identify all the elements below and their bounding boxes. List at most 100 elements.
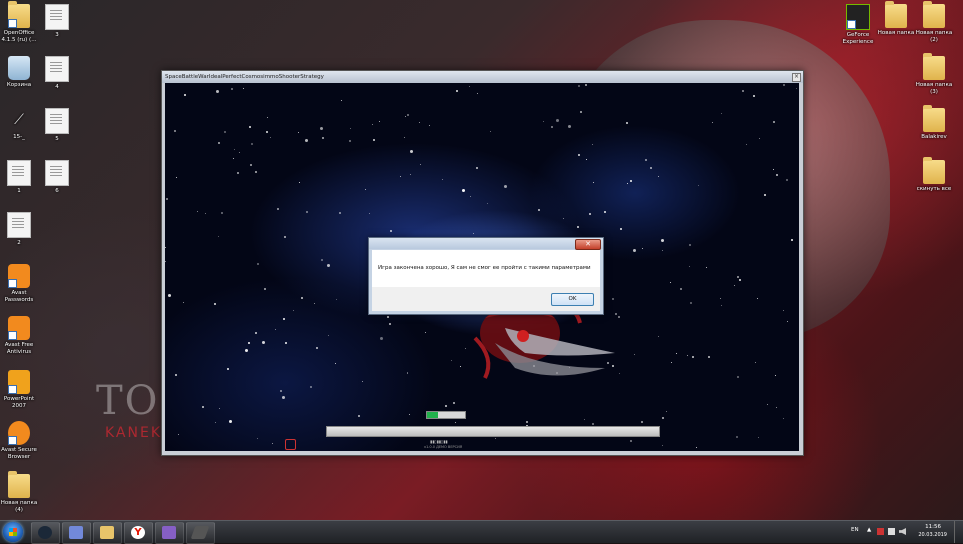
desktop-icon-label: Новая папка (4) (0, 500, 38, 513)
desktop-icon-new-folder-3[interactable]: Новая папка (3) (912, 53, 956, 96)
star (453, 402, 455, 404)
desktop-icon-avast-antivirus[interactable]: Avast Free Antivirus (0, 316, 41, 356)
star (316, 347, 318, 349)
star (219, 408, 220, 409)
star (218, 236, 219, 237)
star (456, 90, 458, 92)
tray-expand-icon[interactable]: ▲ (867, 527, 871, 533)
star (248, 342, 250, 344)
volume-icon[interactable] (899, 528, 906, 535)
progress-caption: ▮▮▯▮▮▯▮▮ (430, 439, 448, 444)
star (369, 213, 370, 214)
star (627, 183, 628, 184)
desktop-icon-new-folder-2[interactable]: Новая папка (2) (912, 1, 956, 44)
star (708, 356, 710, 358)
dialog-message: Игра закончена хорошо, Я сам не смог ее … (378, 265, 591, 271)
star (634, 354, 635, 355)
steam-icon (38, 526, 52, 539)
star (165, 247, 166, 248)
tray-app-icon[interactable] (877, 528, 884, 535)
star (425, 332, 426, 333)
star (460, 366, 461, 367)
clock-time[interactable]: 11:56 (925, 524, 941, 530)
desktop-icon-new-folder-4[interactable]: Новая папка (4) (0, 471, 41, 514)
desktop-icon-avast-passwords[interactable]: Avast Passwords (0, 264, 41, 304)
star (680, 288, 682, 290)
taskbar-visual-studio[interactable] (155, 522, 184, 544)
network-icon[interactable] (888, 528, 895, 535)
desktop-icon-label: Корзина (6, 82, 32, 88)
star (420, 164, 421, 165)
star (578, 154, 580, 156)
folder-icon (923, 53, 945, 80)
taskbar-steam[interactable] (31, 522, 60, 544)
folder-icon (8, 471, 30, 498)
desktop-icon-label: Balakirev (921, 134, 947, 140)
language-indicator[interactable]: EN (851, 527, 859, 533)
start-button[interactable] (3, 522, 23, 542)
star (767, 404, 768, 405)
star (341, 100, 342, 101)
loading-progress-small (426, 411, 466, 419)
ok-button[interactable]: OK (551, 293, 594, 306)
star (720, 298, 721, 299)
desktop-icon-label: Avast Passwords (4, 290, 34, 303)
taskbar-explorer[interactable] (93, 522, 122, 544)
desktop-icon-powerpoint[interactable]: PowerPoint 2007 (0, 370, 41, 410)
star (593, 182, 594, 183)
star (410, 150, 413, 153)
star (630, 180, 632, 182)
taskbar-discord[interactable] (62, 522, 91, 544)
desktop-icon-5[interactable]: 5 (35, 108, 79, 143)
wallpaper-text-small: KANEK (105, 425, 163, 441)
star (328, 335, 329, 336)
folder-icon (923, 157, 945, 184)
star (239, 152, 240, 153)
desktop-icon-skinut-vse[interactable]: скинуть все (912, 157, 956, 193)
recycle-bin-icon (8, 56, 30, 80)
game-window-close-button[interactable]: × (792, 73, 801, 82)
star (214, 303, 216, 305)
star (671, 362, 672, 363)
star (645, 159, 647, 161)
star (419, 122, 420, 123)
taskbar-yandex[interactable]: Y (124, 522, 153, 544)
dialog-close-button[interactable]: ✕ (575, 239, 601, 250)
star (227, 368, 229, 370)
message-dialog[interactable]: ✕ Игра закончена хорошо, Я сам не смог е… (368, 237, 604, 315)
star (604, 211, 606, 213)
desktop-icon-label: Avast Free Antivirus (4, 342, 34, 355)
desktop-icon-label: 2 (17, 240, 21, 246)
desktop-icon-3[interactable]: 3 (35, 4, 79, 39)
star (310, 386, 312, 388)
star (773, 169, 774, 170)
show-desktop-button[interactable] (954, 521, 963, 543)
dialog-titlebar[interactable]: ✕ (369, 238, 603, 250)
star (477, 93, 478, 94)
star (255, 332, 257, 334)
star (641, 421, 643, 423)
star (776, 174, 778, 176)
star (568, 125, 571, 128)
desktop-icon-4[interactable]: 4 (35, 56, 79, 91)
dialog-body: Игра закончена хорошо, Я сам не смог ее … (372, 250, 600, 287)
clock-date[interactable]: 20.03.2019 (918, 532, 947, 538)
game-window-titlebar[interactable]: SpaceBattleWarIdealPerfectCosmosimmoShoo… (162, 71, 803, 83)
star (755, 362, 756, 363)
star (336, 299, 337, 300)
desktop-icon-balakirev[interactable]: Balakirev (912, 105, 956, 141)
star (251, 143, 253, 145)
star (262, 341, 265, 344)
star (742, 90, 744, 92)
desktop-icon-6[interactable]: 6 (35, 160, 79, 195)
desktop-icon-avast-browser[interactable]: Avast Secure Browser (0, 421, 41, 461)
star (205, 213, 206, 214)
star (270, 137, 271, 138)
taskbar-app[interactable] (186, 522, 215, 544)
star (243, 88, 244, 89)
desktop-icon-2[interactable]: 2 (0, 212, 41, 247)
star (757, 298, 758, 299)
avast-browser-icon (8, 421, 30, 445)
star (736, 436, 738, 438)
star (759, 138, 760, 139)
